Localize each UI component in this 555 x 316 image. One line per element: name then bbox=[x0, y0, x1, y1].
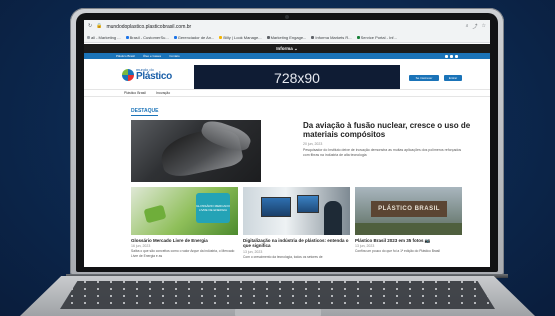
article-date: 13 jun, 2023 bbox=[243, 249, 263, 254]
hero-title[interactable]: Da aviação à fusão nuclear, cresce o uso… bbox=[303, 121, 473, 139]
top-link[interactable]: Contato bbox=[169, 54, 180, 58]
article-date: 13 jun, 2023 bbox=[355, 244, 375, 249]
login-button[interactable]: Entrar bbox=[444, 75, 462, 81]
bookmark-icon bbox=[266, 36, 270, 39]
article-image[interactable]: PLÁSTICO BRASIL bbox=[355, 187, 462, 235]
star-icon[interactable]: ☆ bbox=[482, 23, 486, 30]
article-image[interactable] bbox=[243, 187, 350, 235]
hero-image[interactable] bbox=[131, 120, 261, 182]
article-description: Saiba o que são conceitos como o valor A… bbox=[131, 249, 235, 258]
facebook-icon[interactable] bbox=[445, 54, 448, 58]
bookmark-item[interactable]: Informa Markets R... bbox=[311, 35, 352, 40]
article-title[interactable]: Glossário Mercado Livre de Energia bbox=[131, 238, 238, 243]
bookmark-item[interactable]: Marketing Engage... bbox=[266, 35, 306, 40]
article-description: Confira um pouco do que foi a 1ª edição … bbox=[355, 249, 440, 254]
bookmark-icon bbox=[219, 36, 223, 39]
nav-item-inovacao[interactable]: Inovação bbox=[156, 91, 170, 95]
trackpad bbox=[235, 309, 321, 316]
subscribe-button[interactable]: Se inscrever bbox=[409, 75, 439, 81]
informa-menu[interactable]: Informa ⌄ bbox=[84, 44, 490, 53]
bookmark-item[interactable]: Billy | Look Manage... bbox=[219, 35, 262, 40]
nav-item-plastico-brasil[interactable]: Plástico Brasil bbox=[124, 91, 146, 95]
globe-icon bbox=[122, 69, 134, 81]
bookmarks-bar: all - Marketing ... Brasil - CustomerSu.… bbox=[84, 33, 490, 43]
share-icon[interactable]: ⤴ bbox=[473, 23, 478, 30]
top-link[interactable]: Plástico Brasil bbox=[116, 54, 135, 58]
refresh-icon[interactable]: ↻ bbox=[88, 24, 92, 29]
bookmark-item[interactable]: Service Portal - Inf... bbox=[356, 35, 397, 40]
article-title[interactable]: Plástico Brasil 2023 em 35 fotos 📷 bbox=[355, 238, 462, 243]
social-icons bbox=[445, 54, 458, 58]
article-title[interactable]: Digitalização na indústria de plásticos:… bbox=[243, 238, 350, 249]
url-field[interactable]: mundodoplastico.plasticobrasil.com.br bbox=[106, 24, 461, 30]
article-card[interactable]: GLOSSÁRIO MERCADO LIVRE DE ENERGIA Gloss… bbox=[131, 187, 238, 258]
ad-banner[interactable]: 728x90 bbox=[194, 65, 400, 91]
laptop-screen: ↻ 🔒 mundodoplastico.plasticobrasil.com.b… bbox=[84, 20, 490, 267]
article-date: 16 jun, 2023 bbox=[131, 244, 151, 249]
address-bar[interactable]: ↻ 🔒 mundodoplastico.plasticobrasil.com.b… bbox=[84, 20, 490, 33]
site-header: mundo do Plástico 728x90 Se inscrever En… bbox=[84, 59, 490, 91]
lock-icon: 🔒 bbox=[96, 23, 103, 29]
bookmark-icon bbox=[87, 36, 90, 39]
bookmark-icon bbox=[311, 36, 315, 39]
linkedin-icon[interactable] bbox=[455, 54, 458, 58]
section-label: DESTAQUE bbox=[131, 108, 159, 116]
article-card[interactable]: Digitalização na indústria de plásticos:… bbox=[243, 187, 350, 259]
bookmark-icon bbox=[173, 36, 177, 39]
article-image[interactable]: GLOSSÁRIO MERCADO LIVRE DE ENERGIA bbox=[131, 187, 238, 235]
article-card[interactable]: PLÁSTICO BRASIL Plástico Brasil 2023 em … bbox=[355, 187, 462, 254]
main-nav: Plástico Brasil Inovação bbox=[84, 89, 490, 97]
hero-date: 20 jun, 2023 bbox=[303, 142, 323, 146]
bookmark-icon bbox=[356, 36, 360, 39]
camera-icon bbox=[285, 15, 289, 19]
top-link[interactable]: Óleo e Gases bbox=[143, 54, 161, 58]
article-description: Com o crescimento da tecnologia, todos o… bbox=[243, 254, 323, 259]
bookmark-item[interactable]: Brasil - CustomerSu... bbox=[125, 35, 169, 40]
keyboard bbox=[60, 281, 495, 309]
hero-description: Pesquisador do Instituto deixe de inovaç… bbox=[303, 148, 462, 157]
bookmark-item[interactable]: all - Marketing ... bbox=[87, 35, 121, 40]
bookmark-item[interactable]: Gerenciador de An... bbox=[173, 35, 214, 40]
site-logo[interactable]: mundo do Plástico bbox=[122, 68, 172, 82]
bookmark-icon bbox=[125, 36, 129, 39]
instagram-icon[interactable] bbox=[450, 54, 453, 58]
zoom-icon[interactable]: ⌕ bbox=[466, 23, 469, 30]
